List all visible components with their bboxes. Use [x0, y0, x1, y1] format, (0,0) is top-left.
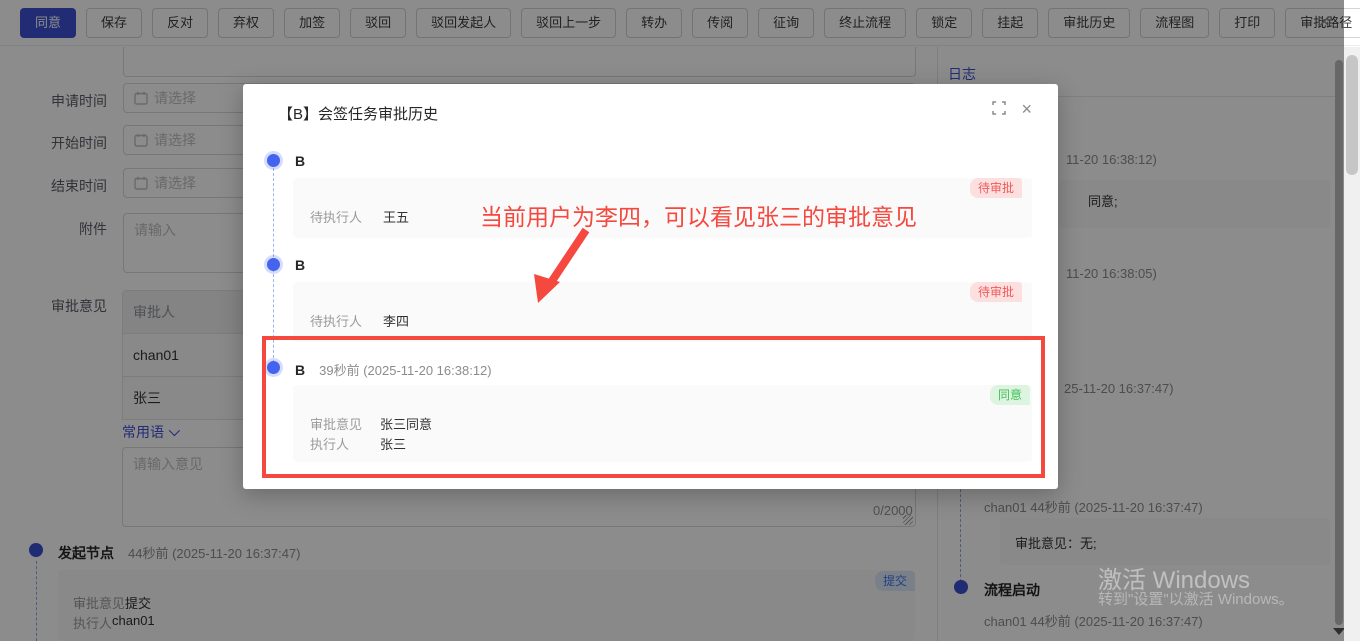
app-root: 同意 保存 反对 弃权 加签 驳回 驳回发起人 驳回上一步 转办 传阅 征询 终… — [0, 0, 1360, 641]
timeline-dot — [267, 258, 280, 271]
pending-badge: 待审批 — [970, 282, 1023, 302]
timeline-dot — [267, 154, 280, 167]
row-label: 待执行人 — [310, 210, 363, 225]
modal-close-icon[interactable]: × — [1021, 100, 1032, 118]
row-label: 待执行人 — [310, 314, 363, 329]
browser-scrollbar-thumb[interactable] — [1346, 55, 1358, 175]
fullscreen-icon[interactable] — [992, 101, 1006, 115]
windows-watermark-line2: 转到"设置"以激活 Windows。 — [1098, 591, 1294, 608]
annotation-highlight-box — [262, 336, 1045, 478]
pending-badge: 待审批 — [970, 178, 1023, 198]
row-value: 李四 — [383, 314, 410, 329]
modal-title: 【B】会签任务审批历史 — [278, 106, 439, 123]
history-row: 待执行人 王五 — [310, 207, 409, 226]
history-row: 待执行人 李四 — [310, 311, 409, 330]
history-node-name: B — [295, 153, 306, 169]
history-node-name: B — [295, 257, 306, 273]
annotation-arrow-icon — [534, 227, 590, 303]
row-value: 王五 — [383, 210, 410, 225]
browser-scrollbar[interactable] — [1344, 47, 1360, 641]
